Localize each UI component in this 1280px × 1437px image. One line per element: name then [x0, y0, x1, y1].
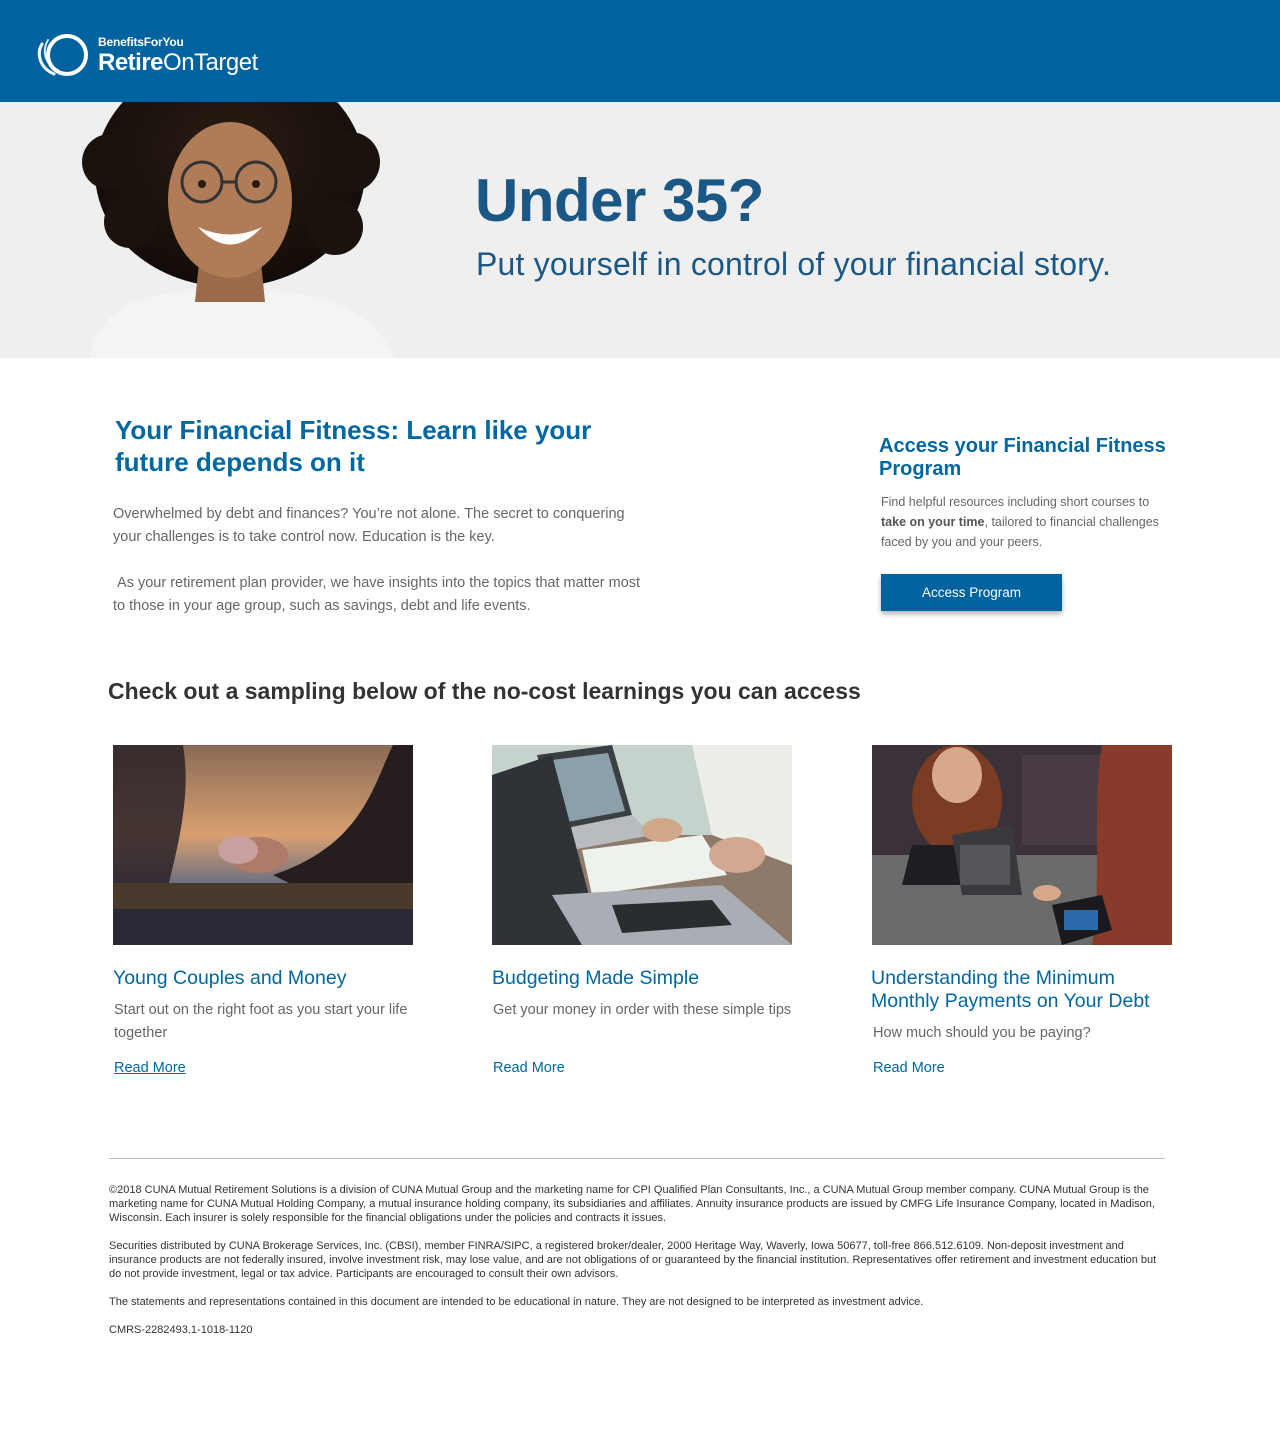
card-budgeting: Budgeting Made Simple Get your money in … — [492, 745, 792, 1076]
top-header-bar: BenefitsForYou RetireOnTarget — [0, 0, 1280, 102]
card-payment-at-counter-photo — [872, 745, 1172, 945]
card-young-couples: Young Couples and Money Start out on the… — [113, 745, 413, 1076]
access-program-button[interactable]: Access Program — [881, 574, 1062, 611]
legal-disclaimer-1: ©2018 CUNA Mutual Retirement Solutions i… — [109, 1184, 1155, 1224]
access-program-heading: Access your Financial Fitness Program — [879, 435, 1166, 480]
logo-small-text: BenefitsForYou — [98, 34, 184, 49]
sampling-heading: Check out a sampling below of the no-cos… — [108, 678, 861, 704]
laptops-and-paperwork-photo — [492, 745, 792, 945]
couple-holding-hands-photo — [113, 745, 413, 945]
logo-brand-text: RetireOnTarget — [98, 48, 258, 76]
logo-text: BenefitsForYou RetireOnTarget — [98, 36, 258, 75]
access-program-description: Find helpful resources including short c… — [881, 492, 1161, 552]
intro-paragraph-1: Overwhelmed by debt and finances? You’re… — [113, 506, 625, 545]
read-more-link[interactable]: Read More — [873, 1060, 945, 1076]
hero-title: Under 35? — [475, 167, 764, 234]
logo-brand-bold: Retire — [98, 48, 164, 76]
legal-disclaimer-2: Securities distributed by CUNA Brokerage… — [109, 1240, 1157, 1280]
read-more-link[interactable]: Read More — [114, 1060, 186, 1076]
swoosh-logo-icon — [34, 30, 92, 80]
card-description: Start out on the right foot as you start… — [114, 1002, 408, 1041]
card-description: Get your money in order with these simpl… — [493, 1002, 792, 1018]
card-title[interactable]: Young Couples and Money — [113, 967, 423, 990]
legal-disclaimer-3: The statements and representations conta… — [109, 1296, 924, 1308]
card-minimum-payments: Understanding the Minimum Monthly Paymen… — [871, 745, 1172, 1076]
card-title[interactable]: Budgeting Made Simple — [492, 967, 802, 990]
footer-divider — [109, 1158, 1165, 1159]
hero-banner: Under 35? Put yourself in control of you… — [0, 102, 1280, 358]
retire-on-target-logo[interactable]: BenefitsForYou RetireOnTarget — [34, 30, 258, 80]
hero-subtitle: Put yourself in control of your financia… — [476, 246, 1112, 282]
access-text-bold: take on your time — [881, 515, 985, 529]
logo-brand-rest: OnTarget — [163, 48, 258, 76]
document-code: CMRS-2282493.1-1018-1120 — [109, 1324, 253, 1336]
card-title[interactable]: Understanding the Minimum Monthly Paymen… — [871, 967, 1181, 1013]
read-more-link[interactable]: Read More — [493, 1060, 565, 1076]
financial-fitness-heading: Your Financial Fitness: Learn like your … — [115, 415, 592, 477]
intro-paragraph-2: As your retirement plan provider, we hav… — [113, 575, 645, 614]
card-description: How much should you be paying? — [873, 1025, 1091, 1041]
access-text-before: Find helpful resources including short c… — [881, 495, 1150, 509]
smiling-woman-photo — [82, 102, 395, 358]
